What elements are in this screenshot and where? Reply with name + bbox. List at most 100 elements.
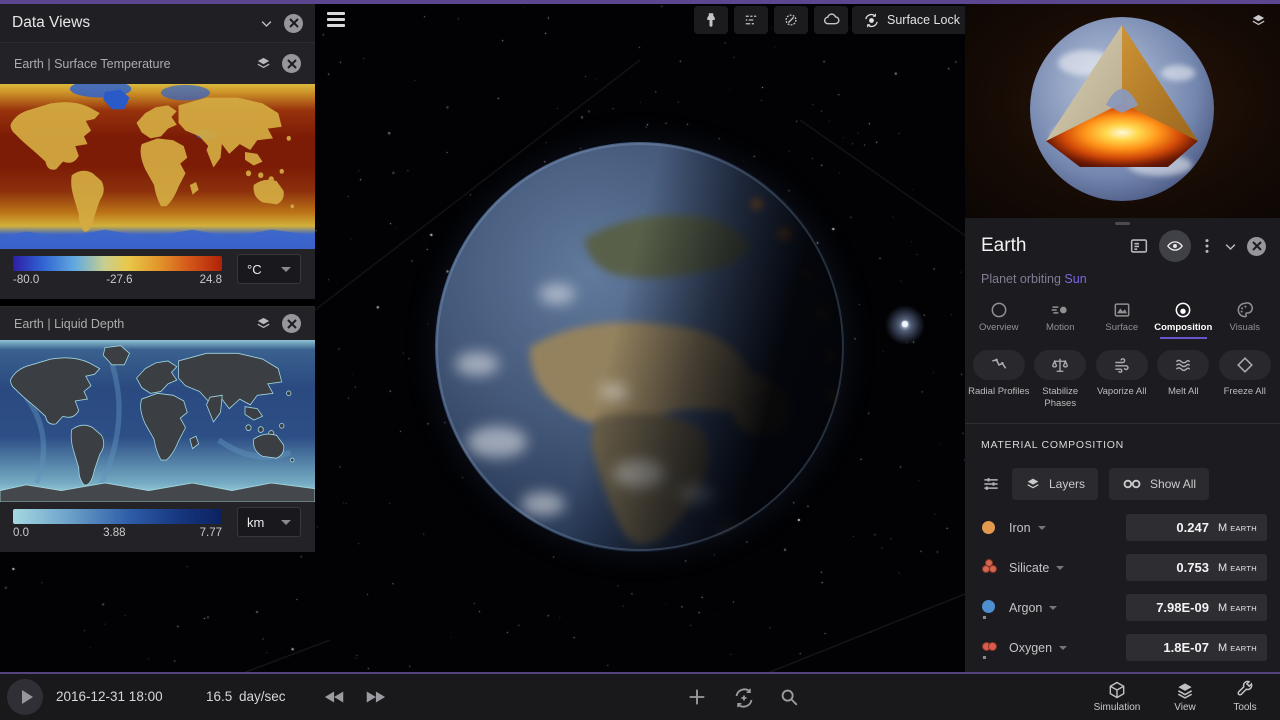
unit-value: km <box>247 514 265 530</box>
data-views-panel: Data Views Earth | Surface Temperature -… <box>0 4 315 552</box>
surface-lock-icon <box>863 12 880 29</box>
oxygen-icon <box>982 638 1009 659</box>
surface-temperature-view-header: Earth | Surface Temperature <box>0 42 315 84</box>
speed-up-button[interactable] <box>364 688 386 706</box>
material-row-iron: Iron 0.247 M EARTH <box>965 508 1280 548</box>
melt-all-button[interactable]: Melt All <box>1153 350 1215 410</box>
earth-globe[interactable] <box>435 142 845 552</box>
surface-lock-button[interactable]: Surface Lock <box>852 6 971 34</box>
tab-surface[interactable]: Surface <box>1091 297 1153 339</box>
close-icon[interactable] <box>282 54 301 73</box>
chevron-down-icon <box>1049 605 1058 610</box>
waves-icon <box>1173 355 1193 375</box>
flashlight-tool-button[interactable] <box>694 6 728 34</box>
panel-drag-handle[interactable] <box>1115 222 1130 225</box>
vapor-icon <box>1112 355 1132 375</box>
tab-visuals[interactable]: Visuals <box>1214 297 1276 339</box>
temperature-colorbar <box>13 256 222 271</box>
layers-icon[interactable] <box>255 315 272 332</box>
data-list-icon <box>742 11 760 29</box>
view-menu-button[interactable]: View <box>1152 678 1218 713</box>
diamond-icon <box>1235 355 1255 375</box>
depth-unit-dropdown[interactable]: km <box>237 507 301 537</box>
layers-icon[interactable] <box>1250 12 1267 29</box>
material-row-silicate: Silicate 0.753 M EARTH <box>965 548 1280 588</box>
gear-slash-icon <box>782 11 800 29</box>
show-all-button[interactable]: Show All <box>1109 467 1210 500</box>
balance-scale-icon <box>1050 355 1070 375</box>
material-value-field[interactable]: 7.98E-09 M EARTH <box>1126 594 1267 622</box>
search-button[interactable] <box>778 686 800 708</box>
scale-mid: -27.6 <box>106 274 133 286</box>
earth-cutaway-image <box>1030 17 1214 201</box>
window-top-accent <box>0 0 1280 4</box>
sim-datetime: 2016-12-31 18:00 <box>56 689 163 704</box>
layers-button[interactable]: Layers <box>1012 467 1099 500</box>
kebab-menu-icon[interactable] <box>1200 238 1214 254</box>
composition-actions: Radial Profiles Stabilize Phases Vaporiz… <box>965 339 1280 410</box>
tab-composition[interactable]: Composition <box>1153 297 1215 339</box>
slow-down-button[interactable] <box>324 688 346 706</box>
reset-view-button[interactable] <box>732 686 756 710</box>
simulation-menu-button[interactable]: Simulation <box>1084 678 1150 713</box>
filter-sliders-icon[interactable] <box>981 474 1001 494</box>
planet-cutaway-preview <box>965 4 1280 218</box>
iron-icon <box>982 518 1009 538</box>
material-value-field[interactable]: 0.247 M EARTH <box>1126 514 1267 542</box>
menu-icon[interactable] <box>327 12 345 27</box>
radial-profiles-button[interactable]: Radial Profiles <box>968 350 1030 410</box>
clouds-toggle-button[interactable] <box>814 6 848 34</box>
readout-panel-icon[interactable] <box>1128 235 1150 257</box>
sim-speed-unit: day/sec <box>239 689 286 704</box>
depth-scale: 0.0 3.88 7.77 km <box>0 502 315 552</box>
material-name[interactable]: Silicate <box>1009 561 1065 575</box>
silicate-icon <box>982 558 1009 578</box>
vaporize-all-button[interactable]: Vaporize All <box>1091 350 1153 410</box>
play-button[interactable] <box>7 679 43 715</box>
temperature-unit-dropdown[interactable]: °C <box>237 254 301 284</box>
effects-toggle-button[interactable] <box>774 6 808 34</box>
surface-icon <box>1091 297 1153 322</box>
material-row-oxygen: Oxygen 1.8E-07 M EARTH <box>965 628 1280 668</box>
material-name[interactable]: Oxygen <box>1009 641 1068 655</box>
tools-menu-button[interactable]: Tools <box>1212 678 1278 713</box>
cloud-icon <box>822 11 841 30</box>
data-views-title: Data Views <box>12 14 91 31</box>
time-control-bar: 2016-12-31 18:00 16.5 day/sec Simulation… <box>0 672 1280 720</box>
layers-icon[interactable] <box>255 55 272 72</box>
close-icon[interactable] <box>1247 236 1266 256</box>
material-value-field[interactable]: 0.753 M EARTH <box>1126 554 1267 582</box>
freeze-all-button[interactable]: Freeze All <box>1214 350 1276 410</box>
temperature-scale: -80.0 -27.6 24.8 °C <box>0 249 315 299</box>
planet-tabs: Overview Motion Surface Composition Visu… <box>965 288 1280 339</box>
material-name[interactable]: Iron <box>1009 521 1046 535</box>
material-composition-title: MATERIAL COMPOSITION <box>981 438 1124 451</box>
liquid-depth-view-header: Earth | Liquid Depth <box>0 306 315 340</box>
collapse-chevron-icon[interactable] <box>1223 239 1238 254</box>
close-icon[interactable] <box>284 13 303 33</box>
flashlight-icon <box>702 11 720 29</box>
material-name[interactable]: Argon <box>1009 601 1058 615</box>
data-views-header: Data Views <box>0 4 315 42</box>
material-value-field[interactable]: 1.8E-07 M EARTH <box>1126 634 1267 662</box>
unit-value: °C <box>247 261 262 277</box>
composition-icon <box>1153 297 1215 322</box>
tab-overview[interactable]: Overview <box>968 297 1030 339</box>
materials-list: Iron 0.247 M EARTH Silicate 0.753 M EART… <box>965 500 1280 668</box>
sun-link[interactable]: Sun <box>1064 272 1086 286</box>
stabilize-phases-button[interactable]: Stabilize Phases <box>1030 350 1092 410</box>
data-views-tool-button[interactable] <box>734 6 768 34</box>
view-title: Earth | Surface Temperature <box>14 56 171 71</box>
close-icon[interactable] <box>282 314 301 333</box>
visuals-icon <box>1214 297 1276 322</box>
argon-icon <box>982 598 1009 619</box>
liquid-depth-map <box>0 340 315 502</box>
visibility-eye-button[interactable] <box>1159 230 1191 262</box>
material-row-argon: Argon 7.98E-09 M EARTH <box>965 588 1280 628</box>
motion-icon <box>1030 297 1092 322</box>
depth-colorbar <box>13 509 222 524</box>
collapse-chevron-icon[interactable] <box>259 16 274 31</box>
play-icon <box>21 690 33 704</box>
add-object-button[interactable] <box>686 686 708 708</box>
tab-motion[interactable]: Motion <box>1030 297 1092 339</box>
